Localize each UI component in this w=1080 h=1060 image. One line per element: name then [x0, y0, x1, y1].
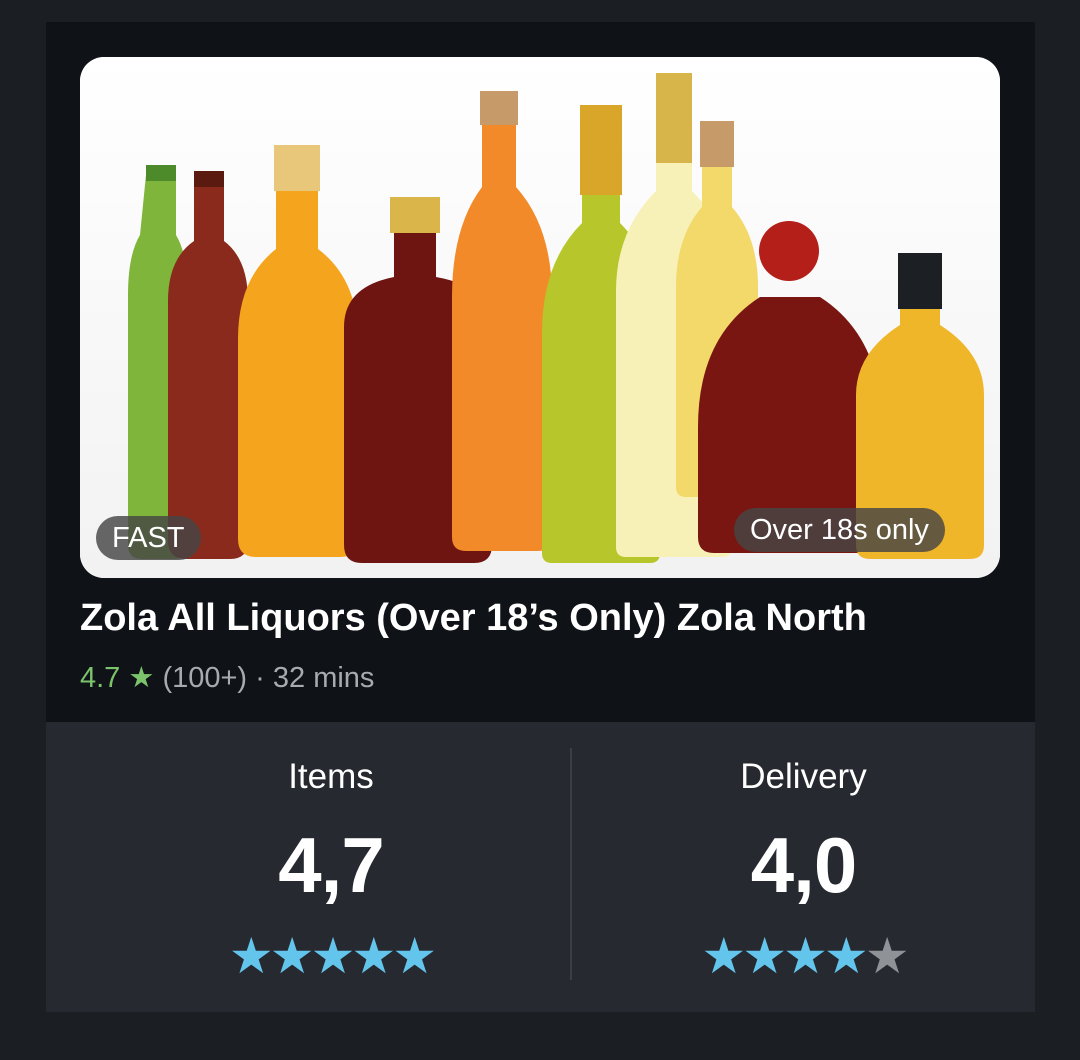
star-icon: ★	[351, 928, 396, 984]
star-icon: ★	[742, 928, 787, 984]
delivery-rating-label: Delivery	[740, 757, 867, 796]
meta-separator: ·	[255, 662, 265, 694]
fast-badge: FAST	[96, 516, 201, 560]
items-rating-label: Items	[288, 757, 374, 796]
store-meta: 4.7 ★ (100+) · 32 mins	[80, 660, 374, 695]
age-restriction-badge: Over 18s only	[734, 508, 945, 552]
store-rating: 4.7	[80, 662, 121, 694]
items-rating-value: 4,7	[278, 821, 384, 909]
star-icon: ★	[310, 928, 356, 984]
review-count: (100+)	[162, 662, 248, 694]
star-icon: ★	[823, 928, 869, 984]
store-name[interactable]: Zola All Liquors (Over 18’s Only) Zola N…	[80, 597, 867, 640]
items-rating: Items 4,7 ★★★★★	[46, 0, 616, 984]
star-icon: ★	[392, 928, 437, 984]
delivery-eta: 32 mins	[272, 662, 375, 694]
star-icon: ★	[783, 928, 828, 984]
items-stars: ★★★★★	[46, 928, 616, 984]
delivery-rating: Delivery 4,0 ★★★★★	[572, 0, 1035, 984]
star-icon: ★	[228, 928, 274, 984]
star-icon: ★	[128, 662, 155, 694]
delivery-rating-value: 4,0	[750, 821, 857, 909]
star-icon: ★	[269, 928, 315, 984]
star-empty-icon: ★	[864, 928, 910, 984]
delivery-stars: ★★★★★	[572, 928, 1035, 984]
star-icon: ★	[701, 928, 746, 984]
